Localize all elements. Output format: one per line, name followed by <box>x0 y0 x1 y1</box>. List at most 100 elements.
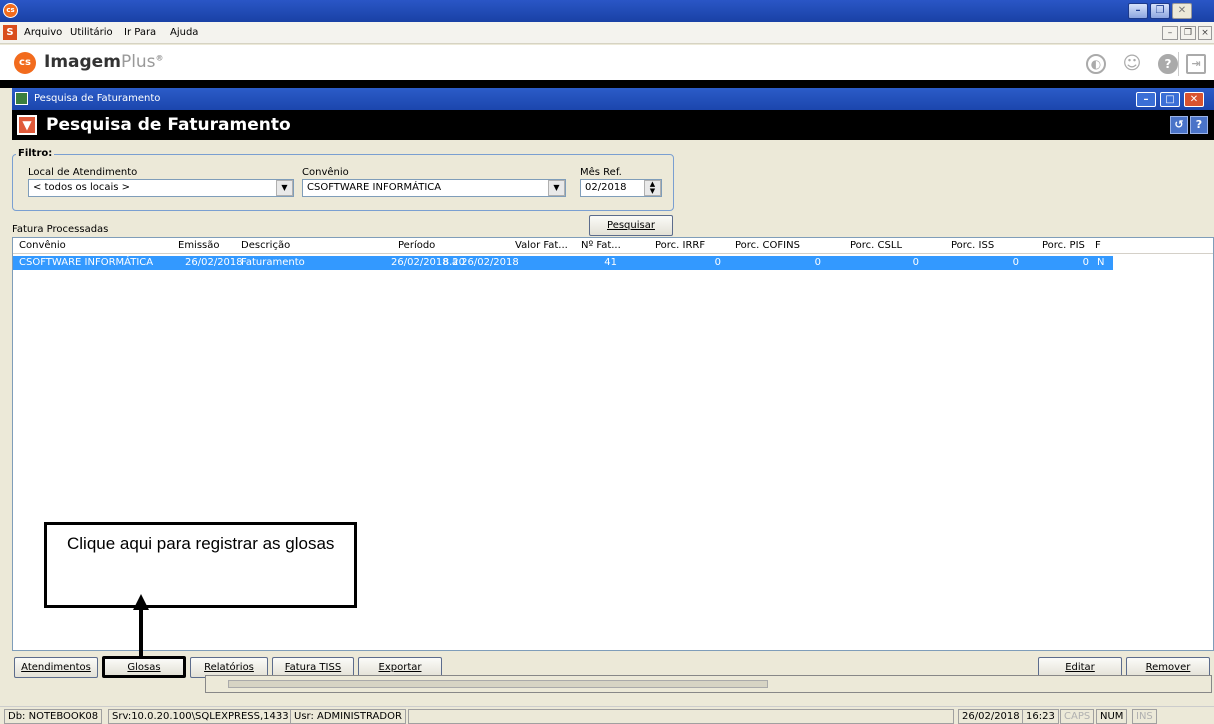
cell-num: 41 <box>604 257 617 268</box>
atendimentos-button[interactable]: Atendimentos <box>14 657 98 678</box>
cell-iss: 0 <box>1012 257 1019 268</box>
mes-ref-value: 02/2018 <box>585 182 627 193</box>
column-header[interactable]: Porc. CSLL <box>850 240 902 251</box>
local-atendimento-select[interactable]: < todos os locais > ▼ <box>28 179 294 197</box>
local-atendimento-label: Local de Atendimento <box>28 167 138 178</box>
minimize-icon[interactable]: – <box>1128 3 1148 19</box>
status-caps: CAPS <box>1060 709 1095 724</box>
cell-convenio: CSOFTWARE INFORMÁTICA <box>19 257 154 268</box>
mes-ref-label: Mês Ref. <box>580 167 622 178</box>
glosas-button[interactable]: Glosas <box>102 656 186 678</box>
horizontal-scrollbar[interactable] <box>205 675 1212 693</box>
convenio-value: CSOFTWARE INFORMÁTICA <box>307 182 442 193</box>
column-header[interactable]: Porc. PIS <box>1042 240 1085 251</box>
mdi-close-icon[interactable]: × <box>1198 26 1212 40</box>
menu-bar: S Arquivo Utilitário Ir Para Ajuda – ❐ × <box>0 22 1214 44</box>
brand-logo-icon: cs <box>14 52 36 74</box>
atendimentos-label: Atendimentos <box>21 662 91 673</box>
column-header[interactable]: Descrição <box>241 240 290 251</box>
status-usr: Usr: ADMINISTRADOR <box>290 709 406 724</box>
pesquisar-label: Pesquisar <box>607 220 655 231</box>
cell-cofins: 0 <box>814 257 821 268</box>
form-header: ▼ Pesquisa de Faturamento ↺ ? <box>12 110 1214 140</box>
child-maximize-icon[interactable]: □ <box>1160 92 1180 107</box>
glosas-label: Glosas <box>127 662 161 673</box>
separator-strip <box>0 80 1214 88</box>
arrow-shaft <box>139 608 143 656</box>
scrollbar-thumb[interactable] <box>228 680 768 688</box>
grid-caption: Fatura Processadas <box>12 224 109 235</box>
child-window-title-bar: Pesquisa de Faturamento – □ ✕ <box>12 88 1214 110</box>
fatura-tiss-label: Fatura TISS <box>284 662 342 673</box>
cell-f: N <box>1097 257 1105 268</box>
info-icon[interactable]: ↺ <box>1170 116 1188 134</box>
brand-name-main: Imagem <box>44 52 121 72</box>
child-window-title: Pesquisa de Faturamento <box>34 93 161 104</box>
annotation-callout: Clique aqui para registrar as glosas <box>44 522 357 608</box>
status-db: Db: NOTEBOOK08 <box>4 709 103 724</box>
app-logo-icon: cs <box>3 3 18 18</box>
editar-label: Editar <box>1065 662 1095 673</box>
column-header[interactable]: Nº Fat... <box>581 240 621 251</box>
status-date: 26/02/2018 <box>958 709 1024 724</box>
brand-bar: cs ImagemPlus® ◐ ☺ ? ⇥ <box>0 45 1214 80</box>
app-title-bar: cs – ❐ ✕ <box>0 0 1214 22</box>
mes-ref-spinner[interactable]: 02/2018 ▲ ▼ <box>580 179 662 197</box>
status-message <box>408 709 954 724</box>
menu-ir-para[interactable]: Ir Para <box>124 27 156 38</box>
chevron-down-icon[interactable]: ▼ <box>276 180 293 196</box>
menu-ajuda[interactable]: Ajuda <box>170 27 198 38</box>
brand-reg-mark: ® <box>155 53 164 63</box>
local-atendimento-value: < todos os locais > <box>33 182 131 193</box>
relatorios-label: Relatórios <box>204 662 254 673</box>
convenio-label: Convênio <box>302 167 349 178</box>
status-srv: Srv:10.0.20.100\SQLEXPRESS,1433 <box>108 709 293 724</box>
remover-label: Remover <box>1145 662 1191 673</box>
form-help-icon[interactable]: ? <box>1190 116 1208 134</box>
child-minimize-icon[interactable]: – <box>1136 92 1156 107</box>
column-header[interactable]: Convênio <box>19 240 66 251</box>
pesquisar-button[interactable]: Pesquisar <box>589 215 673 236</box>
help-icon[interactable]: ? <box>1158 54 1178 74</box>
app-menu-icon[interactable]: S <box>3 25 17 40</box>
globe-icon[interactable]: ◐ <box>1086 54 1106 74</box>
status-num: NUM <box>1096 709 1128 724</box>
cell-emissao: 26/02/2018 <box>185 257 243 268</box>
status-bar: Db: NOTEBOOK08 Srv:10.0.20.100\SQLEXPRES… <box>0 706 1214 724</box>
menu-arquivo[interactable]: Arquivo <box>24 27 62 38</box>
brand-name: ImagemPlus® <box>44 52 164 72</box>
form-title: Pesquisa de Faturamento <box>46 115 291 135</box>
exportar-label: Exportar <box>378 662 422 673</box>
cell-csll: 0 <box>912 257 919 268</box>
status-ins: INS <box>1132 709 1157 724</box>
logout-icon[interactable]: ⇥ <box>1186 54 1206 74</box>
column-header[interactable]: Porc. IRRF <box>655 240 705 251</box>
column-header[interactable]: Emissão <box>178 240 220 251</box>
close-icon[interactable]: ✕ <box>1172 3 1192 19</box>
restore-icon[interactable]: ❐ <box>1150 3 1170 19</box>
column-header[interactable]: Período <box>398 240 435 251</box>
menu-utilitario[interactable]: Utilitário <box>70 27 113 38</box>
cell-valor: 8.20 <box>442 257 465 268</box>
column-header[interactable]: Porc. COFINS <box>735 240 800 251</box>
child-close-icon[interactable]: ✕ <box>1184 92 1204 107</box>
column-header[interactable]: F <box>1095 240 1101 251</box>
divider <box>1178 52 1179 76</box>
cell-pis: 0 <box>1082 257 1089 268</box>
table-row[interactable]: CSOFTWARE INFORMÁTICA 26/02/2018 Faturam… <box>13 256 1113 270</box>
cell-irrf: 0 <box>714 257 721 268</box>
convenio-select[interactable]: CSOFTWARE INFORMÁTICA ▼ <box>302 179 566 197</box>
mdi-restore-icon[interactable]: ❐ <box>1180 26 1196 40</box>
column-header[interactable]: Valor Fat... <box>515 240 568 251</box>
column-header[interactable]: Porc. ISS <box>951 240 994 251</box>
chevron-down-icon[interactable]: ▼ <box>548 180 565 196</box>
grid-header: Convênio Emissão Descrição Período Valor… <box>13 238 1213 254</box>
status-time: 16:23 <box>1022 709 1059 724</box>
callout-text: Clique aqui para registrar as glosas <box>67 534 335 553</box>
support-agent-icon[interactable]: ☺ <box>1122 54 1142 74</box>
brand-name-suffix: Plus <box>120 52 156 72</box>
filter-label: Filtro: <box>16 148 55 159</box>
spinner-arrows-icon[interactable]: ▲ ▼ <box>644 180 661 196</box>
child-window-icon <box>15 92 28 105</box>
mdi-minimize-icon[interactable]: – <box>1162 26 1178 40</box>
